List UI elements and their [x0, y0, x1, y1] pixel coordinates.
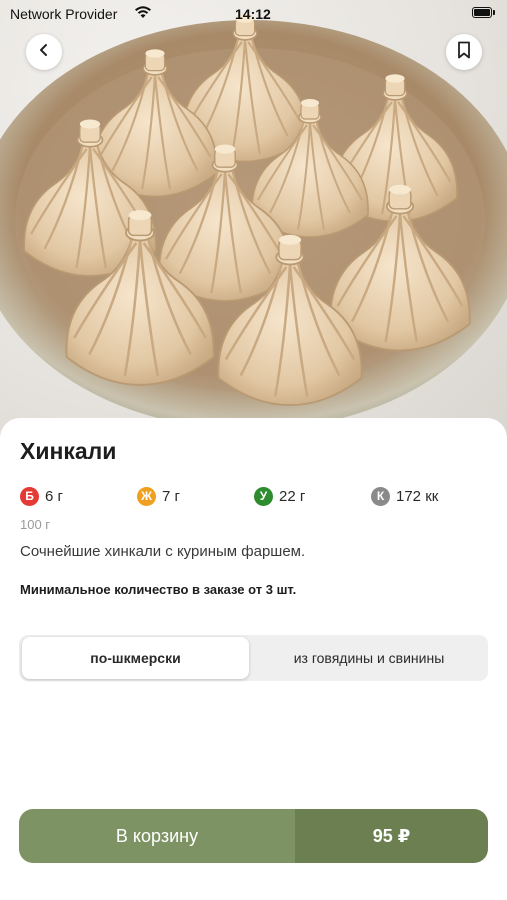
variant-option-beef-pork[interactable]: из говядины и свинины [251, 637, 487, 679]
protein-value: 6 г [45, 487, 63, 505]
carbs-badge: У [254, 486, 273, 506]
bookmark-icon [457, 41, 471, 64]
calories-value: 172 кк [396, 487, 439, 505]
carbs-value: 22 г [279, 487, 306, 505]
calories-badge: К [371, 486, 390, 506]
nutrient-fat: Ж 7 г [137, 486, 180, 506]
carrier-name: Network Provider [10, 6, 118, 22]
nutrient-carbs: У 22 г [254, 486, 305, 506]
product-title: Хинкали [20, 438, 117, 464]
status-bar: Network Provider 14:12 [0, 0, 507, 28]
clock: 14:12 [235, 6, 271, 22]
product-description: Сочнейшие хинкали с куриным фаршем. [20, 543, 306, 560]
product-photo [0, 0, 507, 445]
fat-value: 7 г [162, 487, 180, 505]
add-to-cart-label: В корзину [19, 809, 295, 863]
product-weight: 100 г [20, 517, 51, 532]
back-button[interactable] [26, 34, 62, 70]
add-to-cart-button[interactable]: В корзину 95 ₽ [19, 809, 488, 863]
variant-option-shkmeruli[interactable]: по-шкмерски [22, 637, 249, 679]
fat-badge: Ж [137, 486, 156, 506]
battery-icon [472, 7, 496, 19]
min-order-note: Минимальное количество в заказе от 3 шт. [20, 582, 297, 597]
protein-badge: Б [20, 486, 39, 506]
price-label: 95 ₽ [295, 809, 488, 863]
wifi-icon [134, 5, 152, 22]
chevron-left-icon [37, 43, 51, 62]
bookmark-button[interactable] [446, 34, 482, 70]
variant-selector: по-шкмерски из говядины и свинины [19, 635, 488, 681]
nutrient-protein: Б 6 г [20, 486, 63, 506]
product-details-sheet: Хинкали Б 6 г Ж 7 г У 22 г К 172 кк 100 … [0, 418, 507, 900]
nutrient-calories: К 172 кк [371, 486, 438, 506]
khinkali-plate-image [0, 13, 507, 430]
